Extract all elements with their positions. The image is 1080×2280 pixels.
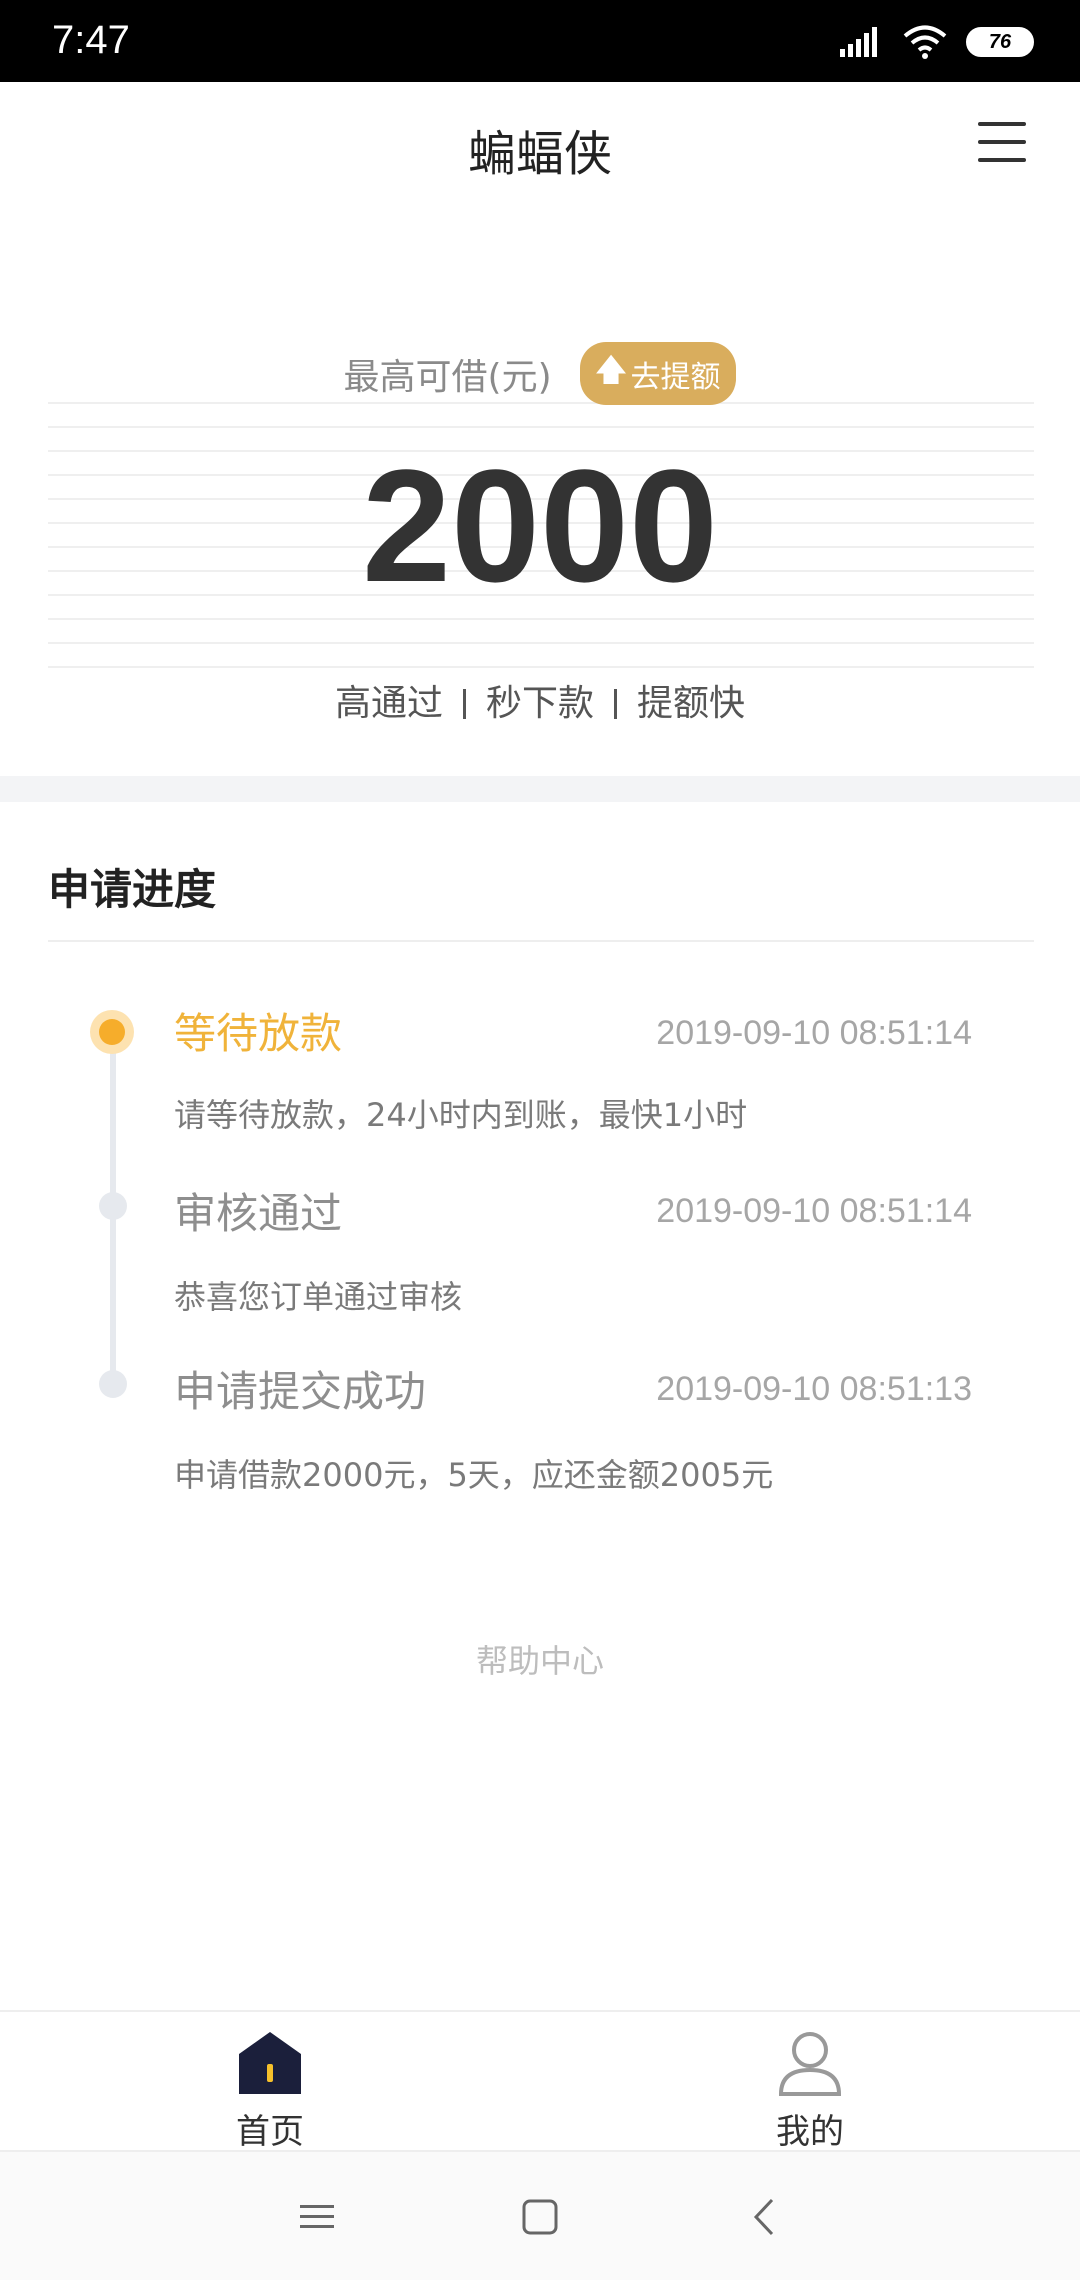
system-navigation-bar (0, 2150, 1080, 2280)
progress-divider (48, 940, 1034, 942)
feature-item: 高通过 (334, 683, 443, 724)
bottom-tab-bar: 首页 我的 (0, 2010, 1080, 2153)
arrow-up-icon: 🡅 (595, 353, 627, 388)
timeline-dot (99, 1192, 127, 1220)
raise-limit-button[interactable]: 🡅 去提额 (579, 342, 737, 405)
step-title: 申请提交成功 (174, 1367, 427, 1416)
battery-icon: 76 (966, 27, 1034, 57)
user-icon (778, 2032, 842, 2096)
feature-list: 高通过 秒下款 提额快 (0, 674, 1080, 726)
feature-separator (614, 689, 617, 719)
home-icon (239, 2032, 301, 2094)
step-time: 2019-09-10 08:51:14 (656, 1192, 972, 1230)
step-time: 2019-09-10 08:51:13 (656, 1370, 972, 1408)
step-description: 请等待放款，24小时内到账，最快1小时 (174, 1096, 748, 1134)
step-description: 申请借款2000元，5天，应还金额2005元 (174, 1456, 774, 1494)
hamburger-menu-icon[interactable] (978, 122, 1026, 164)
max-loan-label: 最高可借(元) (343, 356, 552, 398)
max-loan-amount: 2000 (362, 436, 718, 615)
feature-item: 提额快 (637, 683, 746, 724)
back-icon[interactable] (740, 2192, 790, 2242)
hero-label-row: 最高可借(元) 🡅 去提额 (0, 342, 1080, 405)
step-title: 审核通过 (174, 1189, 343, 1238)
home-nav-icon[interactable] (515, 2192, 565, 2242)
credit-limit-card: 最高可借(元) 🡅 去提额 2000 高通过 秒下款 提额快 (0, 206, 1080, 776)
signal-icon (840, 27, 877, 57)
recent-apps-icon[interactable] (292, 2192, 342, 2242)
tab-label: 首页 (236, 2112, 304, 2152)
page-title: 蝙蝠侠 (467, 126, 612, 182)
wifi-icon (903, 25, 947, 59)
progress-title: 申请进度 (48, 865, 217, 914)
step-title: 等待放款 (174, 1009, 343, 1058)
tab-home[interactable]: 首页 (170, 2030, 370, 2153)
help-center-link[interactable]: 帮助中心 (0, 1636, 1080, 1682)
step-description: 恭喜您订单通过审核 (174, 1278, 463, 1316)
timeline-dot (99, 1370, 127, 1398)
step-time: 2019-09-10 08:51:14 (656, 1014, 972, 1052)
app-header: 蝙蝠侠 (0, 82, 1080, 206)
raise-limit-label: 去提额 (630, 359, 721, 395)
feature-separator (462, 689, 466, 719)
feature-item: 秒下款 (485, 683, 594, 724)
status-bar: 7:47 76 (0, 0, 1080, 82)
tab-label: 我的 (776, 2112, 844, 2152)
timeline-dot-active (90, 1010, 134, 1054)
status-time: 7:47 (52, 18, 130, 62)
section-divider (0, 776, 1080, 802)
tab-mine[interactable]: 我的 (710, 2030, 910, 2153)
status-icons: 76 (840, 24, 1034, 60)
